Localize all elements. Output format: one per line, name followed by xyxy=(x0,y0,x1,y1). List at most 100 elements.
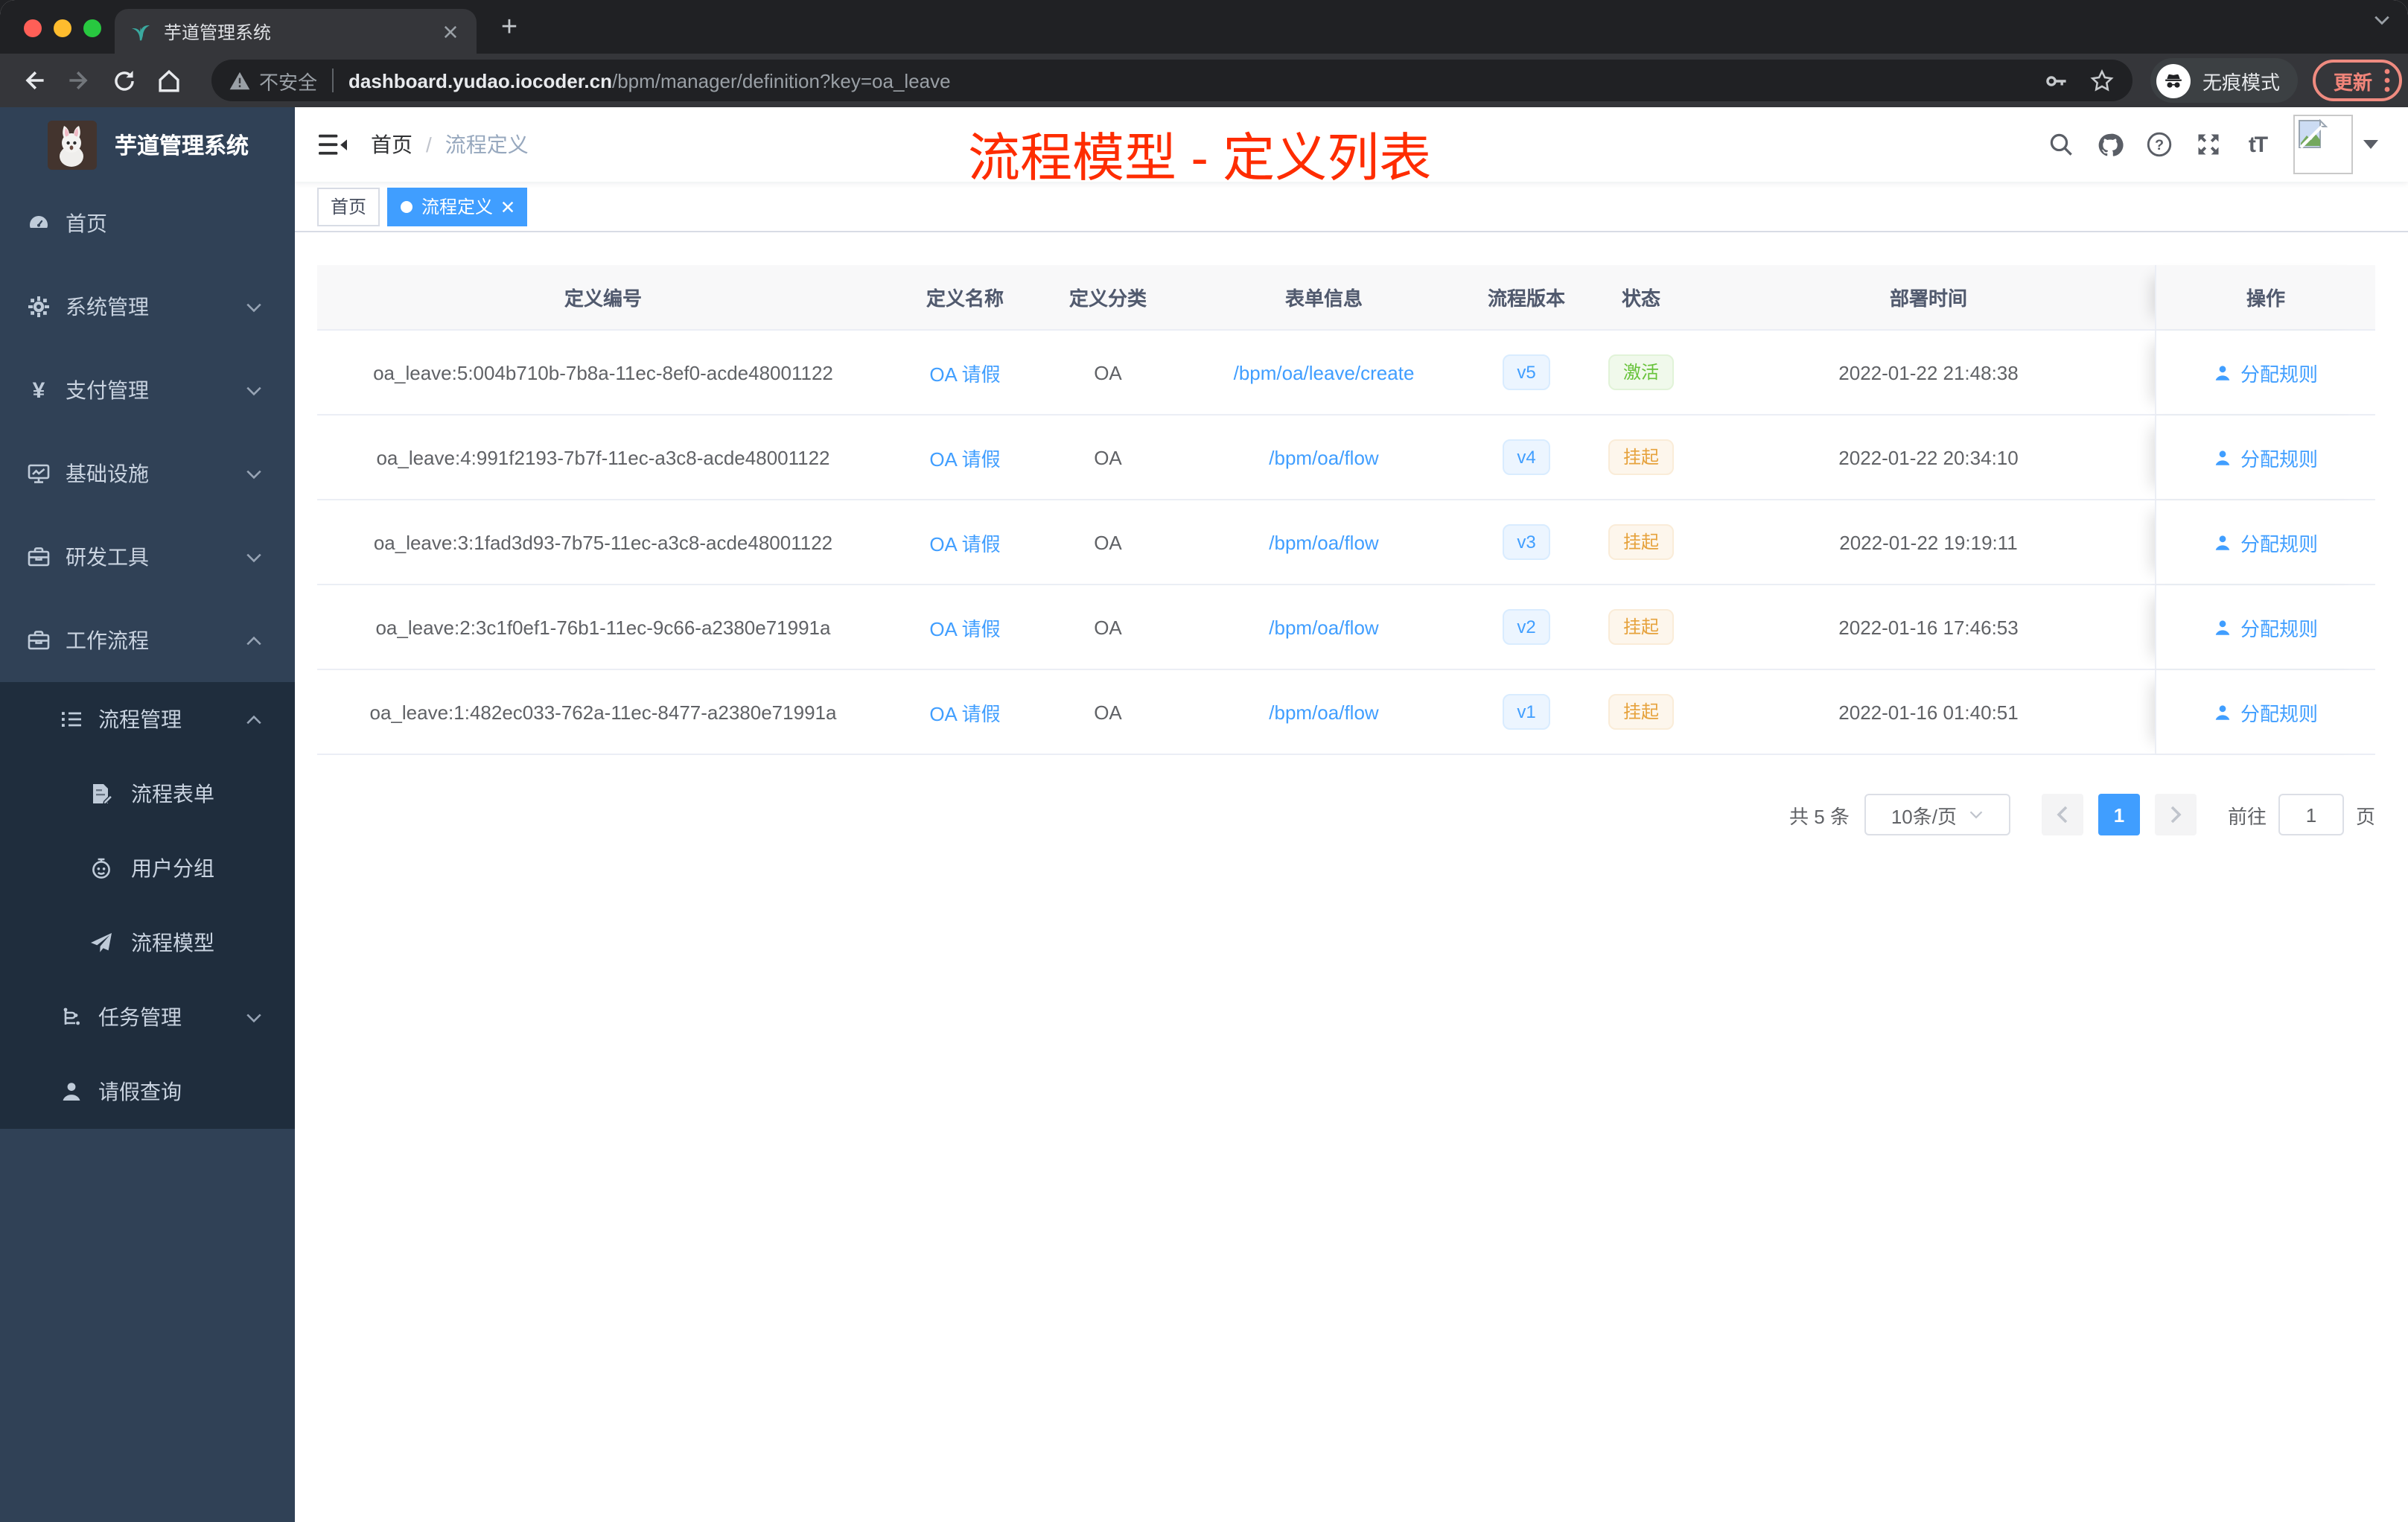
form-link[interactable]: /bpm/oa/flow xyxy=(1269,531,1378,553)
sidebar-item-devtools[interactable]: 研发工具 xyxy=(0,515,295,599)
table-row: oa_leave:2:3c1f0ef1-76b1-11ec-9c66-a2380… xyxy=(317,585,2375,670)
github-icon[interactable] xyxy=(2097,131,2124,158)
assign-rule-button[interactable]: 分配规则 xyxy=(2214,613,2318,641)
browser-tab[interactable]: 芋道管理系统 xyxy=(115,9,477,54)
gear-icon xyxy=(27,295,51,319)
definition-category: OA xyxy=(1094,446,1122,468)
bookmark-star-icon[interactable] xyxy=(2089,68,2115,93)
user-icon xyxy=(2216,535,2231,550)
sidebar-item-process-management[interactable]: 流程管理 xyxy=(0,682,295,757)
column-header: 操作 xyxy=(2155,265,2375,329)
sidebar-item-payment[interactable]: ¥ 支付管理 xyxy=(0,348,295,432)
toolbox-icon xyxy=(27,545,51,569)
app-logo[interactable]: 芋道管理系统 xyxy=(0,107,295,182)
avatar[interactable] xyxy=(2293,115,2353,174)
security-label[interactable]: 不安全 xyxy=(259,66,317,95)
assign-rule-label: 分配规则 xyxy=(2240,532,2318,555)
sidebar-item-infra[interactable]: 基础设施 xyxy=(0,432,295,515)
incognito-label: 无痕模式 xyxy=(2202,71,2281,93)
definition-name-link[interactable]: OA 请假 xyxy=(929,698,1000,726)
monitor-icon xyxy=(27,462,51,485)
help-icon[interactable]: ? xyxy=(2146,131,2173,158)
app-title: 芋道管理系统 xyxy=(115,133,249,159)
page-number-button[interactable]: 1 xyxy=(2098,794,2140,835)
sidebar-item-user-group[interactable]: 用户分组 xyxy=(0,831,295,905)
browser-update-button[interactable]: 更新 xyxy=(2313,60,2403,101)
close-tag-icon[interactable] xyxy=(502,200,514,212)
robot-icon xyxy=(89,856,113,880)
definition-category: OA xyxy=(1094,616,1122,638)
chevron-up-icon xyxy=(246,635,262,646)
total-count: 共 5 条 xyxy=(1789,805,1850,827)
password-key-icon[interactable] xyxy=(2043,68,2068,93)
close-window-button[interactable] xyxy=(24,19,42,37)
chevron-up-icon xyxy=(246,714,262,725)
column-header: 部署时间 xyxy=(1889,287,1967,310)
definition-name-link[interactable]: OA 请假 xyxy=(929,528,1000,556)
definition-id: oa_leave:2:3c1f0ef1-76b1-11ec-9c66-a2380… xyxy=(375,616,831,638)
form-link[interactable]: /bpm/oa/flow xyxy=(1269,616,1378,638)
minimize-window-button[interactable] xyxy=(54,19,71,37)
sidebar-item-home[interactable]: 首页 xyxy=(0,182,295,265)
new-tab-button[interactable]: + xyxy=(491,10,527,46)
close-tab-icon[interactable] xyxy=(438,19,462,43)
list-icon xyxy=(60,707,83,731)
form-link[interactable]: /bpm/oa/leave/create xyxy=(1234,361,1415,383)
prev-page-button[interactable] xyxy=(2041,794,2083,835)
omnibox-divider xyxy=(332,69,334,92)
page-unit-label: 页 xyxy=(2355,805,2375,827)
reload-icon[interactable] xyxy=(101,58,146,103)
user-icon xyxy=(60,1080,83,1104)
definition-id: oa_leave:4:991f2193-7b7f-11ec-a3c8-acde4… xyxy=(376,446,830,468)
form-link[interactable]: /bpm/oa/flow xyxy=(1269,701,1378,723)
status-badge: 挂起 xyxy=(1608,439,1674,475)
tab-title: 芋道管理系统 xyxy=(164,22,272,42)
assign-rule-button[interactable]: 分配规则 xyxy=(2214,358,2318,386)
definition-name-link[interactable]: OA 请假 xyxy=(929,443,1000,471)
goto-page-input[interactable] xyxy=(2278,794,2344,835)
form-link[interactable]: /bpm/oa/flow xyxy=(1269,446,1378,468)
sidebar-item-process-form[interactable]: 流程表单 xyxy=(0,757,295,831)
next-page-button[interactable] xyxy=(2154,794,2197,835)
sidebar-item-system[interactable]: 系统管理 xyxy=(0,265,295,348)
incognito-badge: 无痕模式 xyxy=(2150,58,2299,103)
forward-icon[interactable] xyxy=(57,58,101,103)
avatar-caret-icon[interactable] xyxy=(2363,140,2378,149)
status-badge: 挂起 xyxy=(1608,524,1674,560)
workflow-submenu: 流程管理 流程表单 用户分组 流程模型 任务管理 请假查询 xyxy=(0,682,295,1129)
sidebar-item-label: 用户分组 xyxy=(131,856,214,880)
paper-plane-icon xyxy=(89,931,113,955)
page-size-select[interactable]: 10条/页 xyxy=(1864,794,2010,835)
url-bar[interactable]: 不安全 dashboard.yudao.iocoder.cn/bpm/manag… xyxy=(211,60,2133,101)
sidebar-item-label: 工作流程 xyxy=(66,628,149,652)
active-dot-icon xyxy=(401,200,413,212)
tag-label: 首页 xyxy=(331,197,367,217)
sidebar-toggle-icon[interactable] xyxy=(319,133,347,156)
sidebar-item-process-model[interactable]: 流程模型 xyxy=(0,905,295,980)
tab-search-chevron-icon[interactable] xyxy=(2374,15,2390,25)
definition-name-link[interactable]: OA 请假 xyxy=(929,358,1000,386)
url-domain: dashboard.yudao.iocoder.cn xyxy=(348,69,612,92)
sidebar-item-leave-query[interactable]: 请假查询 xyxy=(0,1054,295,1129)
definition-name-link[interactable]: OA 请假 xyxy=(929,613,1000,641)
tag-home[interactable]: 首页 xyxy=(317,187,380,226)
status-badge: 激活 xyxy=(1608,354,1674,390)
browser-menu-icon[interactable] xyxy=(2384,69,2390,92)
back-icon[interactable] xyxy=(12,58,57,103)
tag-process-definition[interactable]: 流程定义 xyxy=(387,187,528,226)
assign-rule-button[interactable]: 分配规则 xyxy=(2214,528,2318,556)
sidebar-item-label: 流程模型 xyxy=(131,931,214,955)
font-size-icon[interactable]: tT xyxy=(2244,131,2271,158)
assign-rule-button[interactable]: 分配规则 xyxy=(2214,443,2318,471)
assign-rule-button[interactable]: 分配规则 xyxy=(2214,698,2318,726)
column-header: 定义分类 xyxy=(1068,287,1147,310)
home-icon[interactable] xyxy=(146,58,191,103)
fullscreen-icon[interactable] xyxy=(2195,131,2222,158)
sidebar-item-task-management[interactable]: 任务管理 xyxy=(0,980,295,1054)
definition-category: OA xyxy=(1094,531,1122,553)
deploy-time: 2022-01-22 19:19:11 xyxy=(1839,531,2018,553)
breadcrumb-home[interactable]: 首页 xyxy=(371,133,413,156)
search-icon[interactable] xyxy=(2048,131,2074,158)
zoom-window-button[interactable] xyxy=(83,19,101,37)
sidebar-item-workflow[interactable]: 工作流程 xyxy=(0,599,295,682)
